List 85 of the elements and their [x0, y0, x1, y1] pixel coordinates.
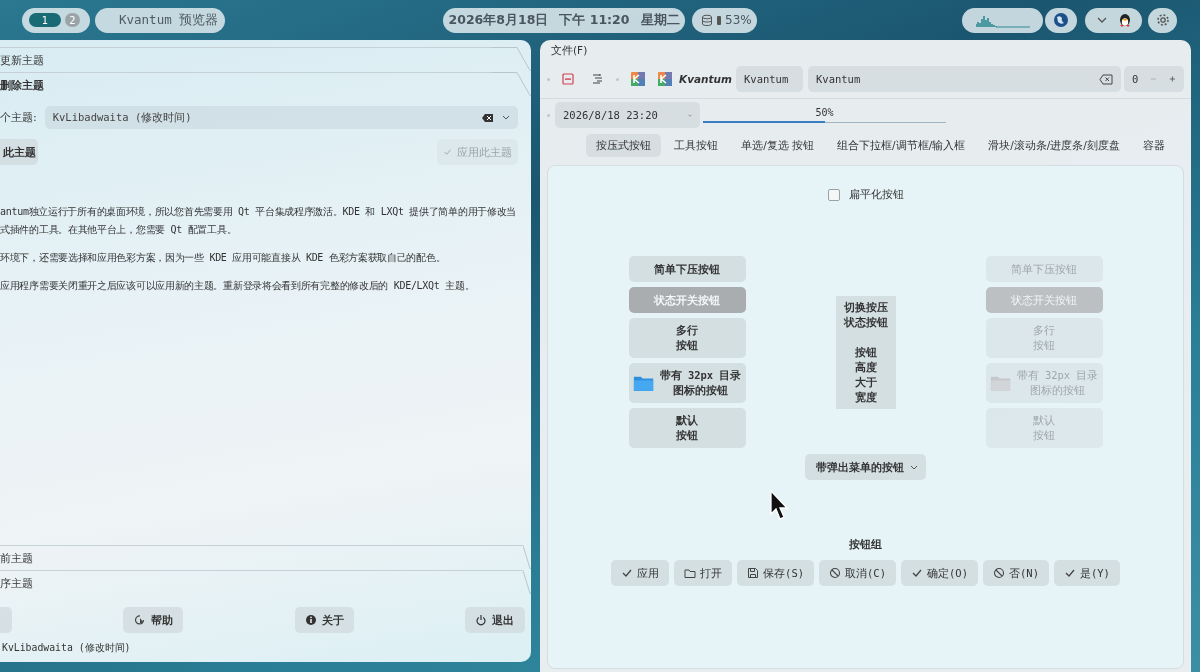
checkmark-icon [1063, 567, 1076, 579]
tray-slot[interactable] [1045, 7, 1077, 33]
dialog-button[interactable]: 应用 [611, 560, 670, 586]
color-logo-icon [631, 72, 645, 86]
workspace-button[interactable]: 1 [29, 13, 61, 27]
help-button[interactable]: 帮助 [123, 607, 184, 633]
color-logo-icon [658, 72, 672, 86]
penguin-icon [1117, 12, 1132, 28]
minimize-box-icon [562, 73, 574, 85]
battery-icon [716, 14, 722, 26]
progress-text: 50% [815, 107, 834, 118]
section-header[interactable]: 序主题 [0, 575, 33, 591]
theme-label: 个主题: [0, 110, 37, 125]
help-icon [133, 614, 146, 626]
tab[interactable]: 单选/复选 按钮 [731, 134, 825, 157]
dialog-button[interactable]: 确定(O) [901, 560, 978, 586]
toolbar-handle-icon [547, 113, 550, 117]
section-header[interactable]: 删除主题 [0, 77, 44, 93]
tab[interactable]: 按压式按钮 [586, 134, 662, 157]
menu-button[interactable]: 带弹出菜单的按钮 [805, 454, 926, 480]
tab[interactable]: 容器 [1132, 134, 1175, 157]
toolbar-dropdown[interactable]: Kvantum [736, 66, 803, 92]
status-panel[interactable]: 53% [692, 7, 757, 33]
settings-icon [1155, 13, 1170, 27]
dialog-button[interactable]: 打开 [674, 560, 733, 586]
group-title: 按钮组 [849, 538, 882, 552]
dialog-button[interactable]: 否(N) [983, 560, 1049, 586]
push-button[interactable]: 带有 32px 目录 图标的按钮 [628, 363, 746, 403]
clear-icon [481, 112, 494, 123]
help-paragraph: antum独立运行于所有的桌面环境，所以您首先需要用 Qt 平台集成程序激活。KDE 和 LXQt 提供了简单的用于修改当 式插件的工具。在其他平台上，您需要 Qt 配置工具。 [0, 205, 518, 237]
date-text: 2026年8月18日 [448, 11, 549, 29]
toolbar-label: Kvantum [679, 73, 732, 85]
dialog-button[interactable]: 取消(C) [819, 560, 896, 586]
about-button[interactable]: 关于 [294, 607, 354, 633]
checkbox[interactable] [827, 189, 840, 201]
app-title[interactable]: Kvantum 预览器 [95, 7, 225, 33]
status-text: KvLibadwaita (修改时间) [1, 641, 132, 655]
spin-box[interactable]: 0 [1124, 66, 1184, 92]
chevron-down-icon [502, 114, 510, 121]
checkmark-icon [911, 567, 923, 579]
plus-icon [1169, 75, 1176, 83]
globe-icon [1053, 12, 1069, 28]
tab[interactable]: 工具按钮 [664, 134, 729, 157]
tall-push-button[interactable]: 切换按压 状态按钮 按钮 高度 大于 宽度 [835, 295, 896, 409]
datetime-dropdown[interactable]: 2026/8/18 23:20 [555, 102, 700, 128]
push-button[interactable]: 简单下压按钮 [628, 256, 746, 282]
dialog-button[interactable]: 是(Y) [1053, 560, 1120, 586]
settings-button[interactable] [1148, 7, 1177, 33]
checkmark-icon [621, 567, 634, 579]
folder-icon [684, 567, 697, 579]
tab[interactable]: 组合下拉框/调节框/输入框 [827, 134, 976, 157]
tab[interactable]: 滑块/滚动条/进度条/刻度盘 [978, 134, 1130, 157]
section-header[interactable]: 更新主题 [0, 52, 44, 68]
info-icon [304, 614, 317, 626]
text-indent-icon [592, 73, 603, 85]
quit-button[interactable]: 退出 [465, 607, 525, 633]
help-paragraph: 应用程序需要关闭重开之后应该可以应用新的主题。重新登录将会看到所有完整的修改后的 KDE/LXQt 主题。 [0, 279, 476, 293]
toolbar-handle-icon [616, 77, 619, 81]
battery-percent: 53% [725, 13, 752, 27]
tab-edge-line [491, 72, 531, 96]
minus-icon [1150, 75, 1158, 83]
help-paragraph: 环境下，还需要选择和应用色彩方案，因为一些 KDE 应用可能直接从 KDE 色彩方案获取自己的配色。 [0, 251, 447, 265]
checkbox-label: 扁平化按钮 [848, 188, 904, 202]
theme-action-button[interactable]: 此主题 [0, 139, 38, 165]
chevron-down-icon [910, 463, 918, 471]
theme-dropdown[interactable]: KvLibadwaita (修改时间) [44, 106, 518, 129]
file-menu[interactable]: 文件(F) [547, 40, 592, 60]
dialog-button[interactable]: 保存(S) [737, 560, 815, 586]
time-text: 下午 11:20 [559, 11, 630, 29]
mouse-cursor-icon [770, 490, 788, 522]
power-icon [475, 614, 488, 626]
section-header[interactable]: 前主题 [0, 550, 33, 566]
prohibited-icon [829, 567, 842, 579]
push-button[interactable]: 默认 按钮 [628, 408, 746, 448]
prohibited-icon [993, 567, 1005, 579]
text-input-field[interactable]: Kvantum [808, 66, 1121, 92]
clear-icon [1099, 73, 1113, 85]
system-monitor[interactable] [962, 7, 1043, 33]
push-button[interactable]: 多行 按钮 [628, 318, 746, 358]
database-icon [701, 13, 713, 27]
clock-panel[interactable]: 2026年8月18日 下午 11:20 星期二 [443, 7, 685, 33]
tab-edge-line [491, 47, 531, 71]
weekday-text: 星期二 [640, 11, 680, 29]
toolbar-handle-icon [547, 77, 550, 81]
tray-slot[interactable] [1085, 7, 1142, 33]
